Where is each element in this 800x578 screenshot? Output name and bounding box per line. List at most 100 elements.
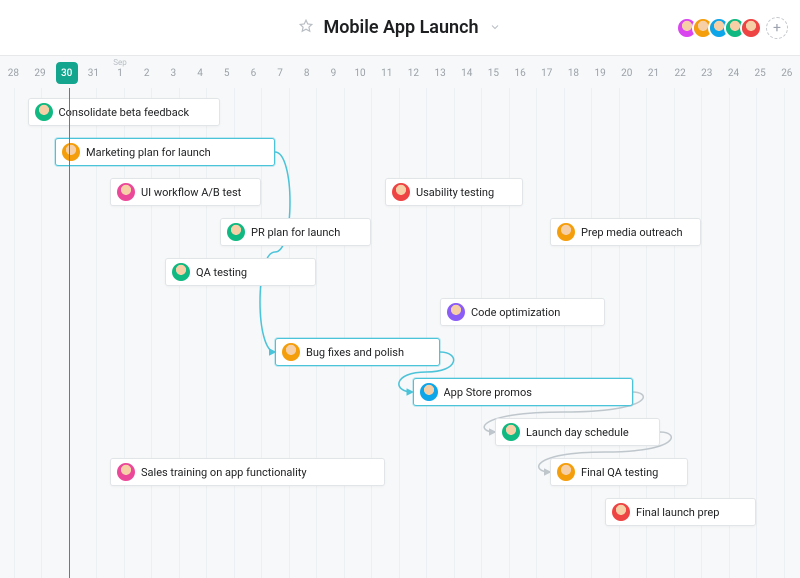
date-cell[interactable]: Sep1 [107,56,134,88]
assignee-avatar [35,103,53,121]
date-cell[interactable]: 9 [320,56,347,88]
date-cell[interactable]: 31 [80,56,107,88]
task-label: Launch day schedule [526,426,629,439]
task-marketing-plan[interactable]: Marketing plan for launch [55,138,275,166]
date-cell[interactable]: 16 [507,56,534,88]
assignee-avatar [612,503,630,521]
task-final-qa[interactable]: Final QA testing [550,458,688,486]
month-label: Sep [113,58,126,67]
date-cell[interactable]: 8 [293,56,320,88]
date-cell[interactable]: 28 [0,56,27,88]
task-pr-plan[interactable]: PR plan for launch [220,218,371,246]
assignee-avatar [282,343,300,361]
date-cell[interactable]: 5 [213,56,240,88]
assignee-avatar [117,183,135,201]
date-cell[interactable]: 11 [373,56,400,88]
project-title: Mobile App Launch [323,17,478,38]
date-cell[interactable]: 15 [480,56,507,88]
date-cell[interactable]: 22 [667,56,694,88]
date-cell[interactable]: 19 [587,56,614,88]
date-number: 1 [117,68,123,79]
header-bar: Mobile App Launch + [0,0,800,56]
date-number: 13 [434,68,445,79]
date-cell[interactable]: 30 [53,56,80,88]
task-code-opt[interactable]: Code optimization [440,298,605,326]
plus-icon: + [773,20,781,36]
date-cell[interactable]: 21 [640,56,667,88]
date-number: 15 [488,68,499,79]
date-cell[interactable]: 12 [400,56,427,88]
date-number: 29 [34,68,45,79]
project-title-wrap[interactable]: Mobile App Launch [299,17,500,38]
add-collaborator-button[interactable]: + [766,17,788,39]
assignee-avatar [392,183,410,201]
date-cell[interactable]: 24 [720,56,747,88]
task-label: PR plan for launch [251,226,340,239]
date-cell[interactable]: 23 [693,56,720,88]
date-number: 28 [8,68,19,79]
assignee-avatar [172,263,190,281]
date-number: 17 [541,68,552,79]
date-number: 23 [701,68,712,79]
task-label: App Store promos [444,386,532,399]
assignee-avatar [557,463,575,481]
task-label: Code optimization [471,306,560,319]
assignee-avatar [502,423,520,441]
chevron-down-icon[interactable] [489,18,501,37]
assignee-avatar [117,463,135,481]
task-layer: Consolidate beta feedback Marketing plan … [0,88,800,578]
date-number: 14 [461,68,472,79]
task-bug-fixes[interactable]: Bug fixes and polish [275,338,440,366]
task-qa-testing[interactable]: QA testing [165,258,316,286]
date-cell[interactable]: 3 [160,56,187,88]
date-cell[interactable]: 2 [133,56,160,88]
date-cell[interactable]: 10 [347,56,374,88]
task-final-launch[interactable]: Final launch prep [605,498,756,526]
date-number: 7 [277,68,283,79]
task-usability[interactable]: Usability testing [385,178,523,206]
date-number: 3 [171,68,177,79]
task-launch-day[interactable]: Launch day schedule [495,418,660,446]
date-cell[interactable]: 4 [187,56,214,88]
task-ui-ab-test[interactable]: UI workflow A/B test [110,178,261,206]
date-number: 20 [621,68,632,79]
date-number: 11 [381,68,392,79]
date-cell[interactable]: 18 [560,56,587,88]
date-cell[interactable]: 17 [533,56,560,88]
task-label: Bug fixes and polish [306,346,404,359]
date-number: 26 [781,68,792,79]
date-cell[interactable]: 29 [27,56,54,88]
date-number: 24 [728,68,739,79]
date-number: 12 [408,68,419,79]
date-cell[interactable]: 14 [453,56,480,88]
date-cell[interactable]: 20 [613,56,640,88]
task-label: Final QA testing [581,466,658,479]
date-number: 16 [514,68,525,79]
task-label: UI workflow A/B test [141,186,241,199]
assignee-avatar [557,223,575,241]
date-number: 18 [568,68,579,79]
date-axis: 28293031Sep12345678910111213141516171819… [0,56,800,88]
date-cell[interactable]: 25 [747,56,774,88]
date-cell[interactable]: 6 [240,56,267,88]
star-icon[interactable] [299,18,313,37]
date-number: 8 [304,68,310,79]
date-number: 5 [224,68,230,79]
task-prep-media[interactable]: Prep media outreach [550,218,701,246]
date-cell[interactable]: 7 [267,56,294,88]
collaborator-avatar[interactable] [740,17,762,39]
task-label: Final launch prep [636,506,719,519]
date-cell[interactable]: 26 [773,56,800,88]
date-number: 2 [144,68,150,79]
task-sales-training[interactable]: Sales training on app functionality [110,458,385,486]
timeline: 28293031Sep12345678910111213141516171819… [0,56,800,578]
task-label: QA testing [196,266,247,279]
date-cell[interactable]: 13 [427,56,454,88]
date-number: 10 [354,68,365,79]
today-gridline [69,88,70,578]
task-app-store[interactable]: App Store promos [413,378,633,406]
today-marker[interactable]: 30 [56,62,78,84]
date-number: 21 [648,68,659,79]
task-consolidate-beta[interactable]: Consolidate beta feedback [28,98,221,126]
task-label: Sales training on app functionality [141,466,307,479]
